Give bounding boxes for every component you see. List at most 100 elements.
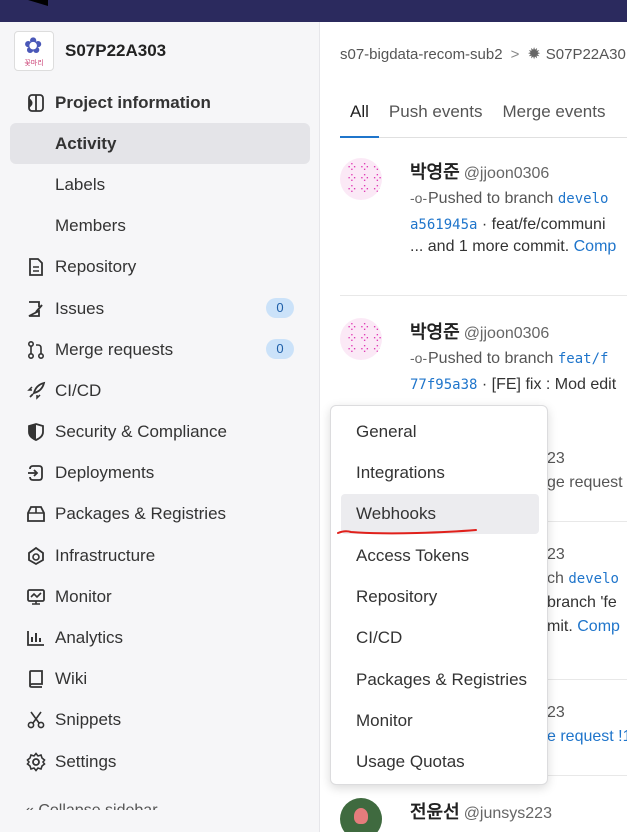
- event-body: 23 ge request: [547, 450, 627, 492]
- menu-item-packages-registries[interactable]: Packages & Registries: [341, 660, 539, 700]
- top-navbar: [0, 0, 627, 22]
- collapse-sidebar-label: « Collapse sidebar: [25, 802, 158, 810]
- event-user-name[interactable]: 전윤선: [410, 802, 460, 822]
- event-user-name[interactable]: 박영준: [410, 162, 460, 182]
- compare-link[interactable]: Comp: [577, 618, 620, 635]
- menu-item-general[interactable]: General: [341, 412, 539, 452]
- compare-link[interactable]: Comp: [574, 238, 617, 255]
- sidebar-item-label: Project information: [55, 92, 211, 112]
- breadcrumb-group[interactable]: s07-bigdata-recom-sub2: [340, 46, 503, 63]
- sidebar-item-label: Issues: [55, 298, 105, 318]
- sidebar-nav: Project information Activity Labels Memb…: [10, 82, 310, 810]
- sidebar-item-label: Packages & Registries: [55, 504, 227, 524]
- project-avatar: ✿ 꽃마리: [14, 31, 54, 71]
- branch-link[interactable]: develo: [558, 191, 609, 207]
- sidebar-item-packages-registries[interactable]: Packages & Registries: [10, 494, 310, 535]
- info-panel-icon: [25, 92, 47, 114]
- logo-fragment: [28, 0, 48, 6]
- sidebar-item-label: Wiki: [55, 669, 88, 689]
- sidebar-item-label: Deployments: [55, 463, 155, 483]
- more-commits-text: ... and 1 more commit.: [410, 238, 570, 255]
- menu-item-ci-cd[interactable]: CI/CD: [341, 618, 539, 658]
- event-user-handle[interactable]: @junsys223: [464, 805, 552, 822]
- merge-request-link[interactable]: e request !1: [547, 728, 627, 745]
- event-user-handle[interactable]: 23: [547, 450, 565, 467]
- sidebar-item-label: Monitor: [55, 586, 112, 606]
- sidebar-item-analytics[interactable]: Analytics: [10, 617, 310, 658]
- identicon-icon: ⁘⁘⁘ ⁘⁘⁘ ⁘⁘⁘: [346, 320, 382, 358]
- sidebar-item-repository[interactable]: Repository: [10, 247, 310, 288]
- sidebar-item-deployments[interactable]: Deployments: [10, 453, 310, 494]
- event-user-handle[interactable]: 23: [547, 704, 565, 721]
- event-body: 박영준 @jjoon0306 -o-Pushed to branch feat/f…: [410, 318, 627, 394]
- menu-item-repository[interactable]: Repository: [341, 577, 539, 617]
- commit-sha-link[interactable]: 77f95a38: [410, 377, 477, 393]
- sidebar-item-label: Infrastructure: [55, 545, 156, 565]
- avatar[interactable]: ⁘⁘⁘ ⁘⁘⁘ ⁘⁘⁘: [340, 318, 382, 360]
- event-body: 박영준 @jjoon0306 -o-Pushed to branch develo…: [410, 158, 627, 256]
- gear-icon: [25, 751, 47, 773]
- menu-item-usage-quotas[interactable]: Usage Quotas: [341, 742, 539, 782]
- sidebar-item-issues[interactable]: Issues 0: [10, 288, 310, 329]
- merge-request-icon: [25, 339, 47, 361]
- user-photo: [354, 808, 368, 824]
- event-body: 전윤선 @junsys223: [410, 798, 627, 824]
- event-action: ge request: [547, 474, 623, 491]
- package-icon: [25, 503, 47, 525]
- tab-push-events[interactable]: Push events: [379, 90, 493, 138]
- project-name[interactable]: S07P22A303: [65, 41, 166, 61]
- avatar[interactable]: ⁘⁘⁘ ⁘⁘⁘ ⁘⁘⁘: [340, 158, 382, 200]
- cloud-gear-icon: [25, 545, 47, 567]
- sidebar-item-security-compliance[interactable]: Security & Compliance: [10, 412, 310, 453]
- avatar[interactable]: [340, 798, 382, 832]
- sidebar-item-ci-cd[interactable]: CI/CD: [10, 370, 310, 411]
- event-action: ch: [547, 570, 564, 587]
- event-action: Pushed to branch: [428, 190, 554, 207]
- issues-count-badge: 0: [266, 297, 294, 318]
- collapse-sidebar-button[interactable]: « Collapse sidebar: [10, 782, 310, 810]
- sidebar-item-label: Analytics: [55, 628, 124, 648]
- event-user-handle[interactable]: @jjoon0306: [464, 165, 550, 182]
- event-user-handle[interactable]: @jjoon0306: [464, 325, 550, 342]
- sidebar-item-monitor[interactable]: Monitor: [10, 576, 310, 617]
- sidebar-item-infrastructure[interactable]: Infrastructure: [10, 535, 310, 576]
- flower-icon: ✿: [24, 33, 43, 58]
- settings-flyout-menu: General Integrations Webhooks Access Tok…: [330, 405, 548, 785]
- sidebar-item-label: Repository: [55, 257, 137, 277]
- shield-icon: [25, 421, 47, 443]
- menu-item-monitor[interactable]: Monitor: [341, 701, 539, 741]
- menu-item-integrations[interactable]: Integrations: [341, 453, 539, 493]
- scissors-icon: [25, 709, 47, 731]
- sidebar-item-project-information[interactable]: Project information: [10, 82, 310, 123]
- tab-all[interactable]: All: [340, 90, 379, 138]
- sidebar-item-snippets[interactable]: Snippets: [10, 700, 310, 741]
- commit-message: · feat/fe/communi: [481, 216, 606, 233]
- sidebar-item-labels[interactable]: Labels: [10, 164, 310, 205]
- avatar-caption: 꽃마리: [24, 59, 44, 67]
- menu-item-access-tokens[interactable]: Access Tokens: [341, 536, 539, 576]
- sidebar-item-members[interactable]: Members: [10, 206, 310, 247]
- event-detail: mit.: [547, 618, 573, 635]
- sidebar-item-label: Labels: [55, 174, 106, 194]
- breadcrumb-separator: >: [510, 45, 520, 63]
- sidebar-item-merge-requests[interactable]: Merge requests 0: [10, 329, 310, 370]
- project-header[interactable]: ✿ 꽃마리 S07P22A303: [14, 30, 166, 72]
- sidebar-item-activity[interactable]: Activity: [10, 123, 310, 165]
- commit-sha-link[interactable]: a561945a: [410, 217, 477, 233]
- issues-icon: [25, 298, 47, 320]
- event-user-name[interactable]: 박영준: [410, 322, 460, 342]
- list-item: 전윤선 @junsys223: [340, 798, 627, 832]
- red-underline-annotation: [337, 529, 477, 535]
- event-body: 23 ch develo branch 'fe mit. Comp: [547, 546, 627, 636]
- event-detail: branch 'fe: [547, 594, 617, 611]
- identicon-icon: ⁘⁘⁘ ⁘⁘⁘ ⁘⁘⁘: [346, 160, 382, 198]
- branch-link[interactable]: develo: [568, 571, 619, 587]
- sidebar-item-settings[interactable]: Settings: [10, 741, 310, 782]
- commit-message: · [FE] fix : Mod edit: [481, 376, 617, 393]
- event-user-handle[interactable]: 23: [547, 546, 565, 563]
- deployments-icon: [25, 462, 47, 484]
- tab-merge-events[interactable]: Merge events: [492, 90, 615, 138]
- sidebar-item-wiki[interactable]: Wiki: [10, 659, 310, 700]
- branch-link[interactable]: feat/f: [558, 351, 609, 367]
- breadcrumb-project[interactable]: S07P22A30: [546, 46, 626, 63]
